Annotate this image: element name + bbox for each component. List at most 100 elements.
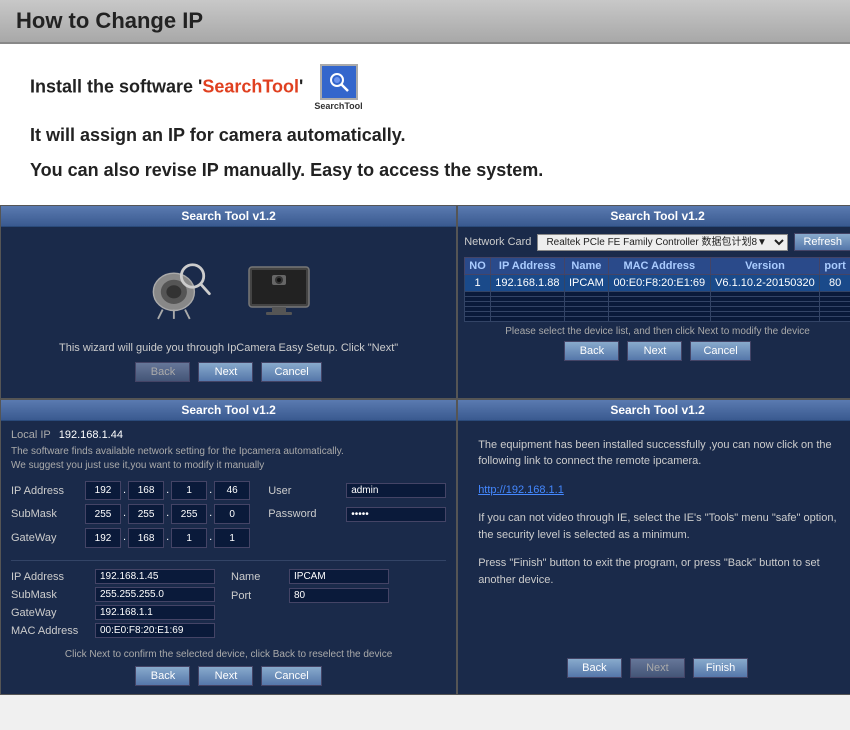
panel3-back-button[interactable]: Back — [135, 666, 190, 686]
col-name: Name — [564, 258, 608, 275]
static-ip-input[interactable] — [95, 569, 215, 584]
mask-seg2[interactable] — [128, 504, 164, 524]
camera-icon-left — [144, 259, 214, 319]
static-gw-row: GateWay — [11, 605, 215, 620]
password-label: Password — [268, 508, 338, 520]
static-gw-label: GateWay — [11, 607, 91, 619]
intro-line2: It will assign an IP for camera automati… — [30, 125, 820, 146]
mac-row: MAC Address — [11, 623, 215, 638]
static-mask-label: SubMask — [11, 589, 91, 601]
panel1-wizard: Search Tool v1.2 — [0, 205, 457, 399]
table-row[interactable] — [465, 317, 850, 322]
name-label: Name — [231, 571, 281, 583]
panel1-wizard-text: This wizard will guide you through IpCam… — [59, 342, 398, 354]
ip-seg4[interactable] — [214, 481, 250, 501]
intro-line1-prefix: Install the software ' — [30, 76, 202, 96]
panel4-finish-button[interactable]: Finish — [693, 658, 748, 678]
panel3-note: Click Next to confirm the selected devic… — [11, 649, 446, 660]
panel3-next-button[interactable]: Next — [198, 666, 253, 686]
static-right: Name Port — [231, 569, 389, 641]
table-header-row: NO IP Address Name MAC Address Version p… — [465, 258, 850, 275]
panel4-link-row: http://192.168.1.1 — [478, 482, 837, 499]
table-row[interactable]: 1 192.168.1.88 IPCAM 00:E0:F8:20:E1:69 V… — [465, 275, 850, 292]
password-input[interactable] — [346, 507, 446, 522]
panel3-info: The software finds available network set… — [11, 445, 446, 473]
static-mask-input[interactable] — [95, 587, 215, 602]
gw-seg3[interactable] — [171, 528, 207, 548]
col-ip: IP Address — [490, 258, 564, 275]
panel4-content: The equipment has been installed success… — [478, 437, 837, 589]
panel4-camera-link[interactable]: http://192.168.1.1 — [478, 484, 564, 496]
submask-box: . . . — [85, 504, 250, 524]
panel2-buttons: Back Next Cancel — [464, 341, 850, 361]
intro-line1: Install the software 'SearchTool' Search… — [30, 64, 820, 111]
panel2-back-button[interactable]: Back — [564, 341, 619, 361]
refresh-button[interactable]: Refresh — [794, 233, 850, 251]
col-port: port — [820, 258, 850, 275]
static-section: IP Address SubMask GateWay MAC Address — [11, 569, 446, 641]
panel1-title: Search Tool v1.2 — [1, 206, 456, 227]
ip-seg1[interactable] — [85, 481, 121, 501]
mask-seg3[interactable] — [171, 504, 207, 524]
panel4-buttons: Back Next Finish — [478, 658, 837, 678]
panel3-localip-row: Local IP 192.168.1.44 — [11, 429, 446, 441]
panel2-next-button[interactable]: Next — [627, 341, 682, 361]
gw-seg4[interactable] — [214, 528, 250, 548]
panel4-title: Search Tool v1.2 — [458, 400, 850, 421]
panel1-body: This wizard will guide you through IpCam… — [1, 227, 456, 398]
static-ip-row: IP Address — [11, 569, 215, 584]
panel4-success: Search Tool v1.2 The equipment has been … — [457, 399, 850, 695]
panel1-next-button[interactable]: Next — [198, 362, 253, 382]
panel3-divider — [11, 560, 446, 561]
panel1-cameras — [144, 237, 314, 342]
panel3-cancel-button[interactable]: Cancel — [261, 666, 321, 686]
static-ip-label: IP Address — [11, 571, 91, 583]
panel4-next-button[interactable]: Next — [630, 658, 685, 678]
cell-mac: 00:E0:F8:20:E1:69 — [609, 275, 711, 292]
user-input[interactable] — [346, 483, 446, 498]
panel1-cancel-button[interactable]: Cancel — [261, 362, 321, 382]
panel2-cancel-button[interactable]: Cancel — [690, 341, 750, 361]
network-row: Network Card Realtek PCle FE Family Cont… — [464, 233, 850, 251]
ip-address-box: . . . — [85, 481, 250, 501]
name-row: Name — [231, 569, 389, 584]
static-left: IP Address SubMask GateWay MAC Address — [11, 569, 215, 641]
panels-grid: Search Tool v1.2 — [0, 205, 850, 695]
port-input[interactable] — [289, 588, 389, 603]
ip-address-row: IP Address . . . User — [11, 481, 446, 501]
ip-address-label: IP Address — [11, 485, 81, 497]
col-no: NO — [465, 258, 491, 275]
page-title: How to Change IP — [16, 8, 834, 34]
panel1-buttons: Back Next Cancel — [135, 362, 321, 382]
panel4-success-text: The equipment has been installed success… — [478, 437, 837, 470]
ip-seg2[interactable] — [128, 481, 164, 501]
submask-row: SubMask . . . Password — [11, 504, 446, 524]
panel3-title: Search Tool v1.2 — [1, 400, 456, 421]
gateway-label: GateWay — [11, 532, 81, 544]
network-card-select[interactable]: Realtek PCle FE Family Controller 数据包计划8… — [537, 234, 788, 251]
panel4-body: The equipment has been installed success… — [458, 421, 850, 694]
panel3-buttons: Back Next Cancel — [11, 666, 446, 686]
static-gw-input[interactable] — [95, 605, 215, 620]
cell-port: 80 — [820, 275, 850, 292]
panel4-tip-text: If you can not video through IE, select … — [478, 510, 837, 543]
cell-name: IPCAM — [564, 275, 608, 292]
panel2-device-list: Search Tool v1.2 Network Card Realtek PC… — [457, 205, 850, 399]
panel2-title: Search Tool v1.2 — [458, 206, 850, 227]
panel2-bottom-text: Please select the device list, and then … — [464, 326, 850, 337]
panel4-back-button[interactable]: Back — [567, 658, 622, 678]
mask-seg1[interactable] — [85, 504, 121, 524]
gateway-box: . . . — [85, 528, 250, 548]
panel3-ip-config: Search Tool v1.2 Local IP 192.168.1.44 T… — [0, 399, 457, 695]
network-card-label: Network Card — [464, 236, 531, 248]
gw-seg1[interactable] — [85, 528, 121, 548]
name-input[interactable] — [289, 569, 389, 584]
ip-seg3[interactable] — [171, 481, 207, 501]
panel1-back-button[interactable]: Back — [135, 362, 190, 382]
cell-no: 1 — [465, 275, 491, 292]
mac-input[interactable] — [95, 623, 215, 638]
gw-seg2[interactable] — [128, 528, 164, 548]
searchtool-link[interactable]: SearchTool — [202, 76, 299, 96]
mask-seg4[interactable] — [214, 504, 250, 524]
device-table: NO IP Address Name MAC Address Version p… — [464, 257, 850, 322]
